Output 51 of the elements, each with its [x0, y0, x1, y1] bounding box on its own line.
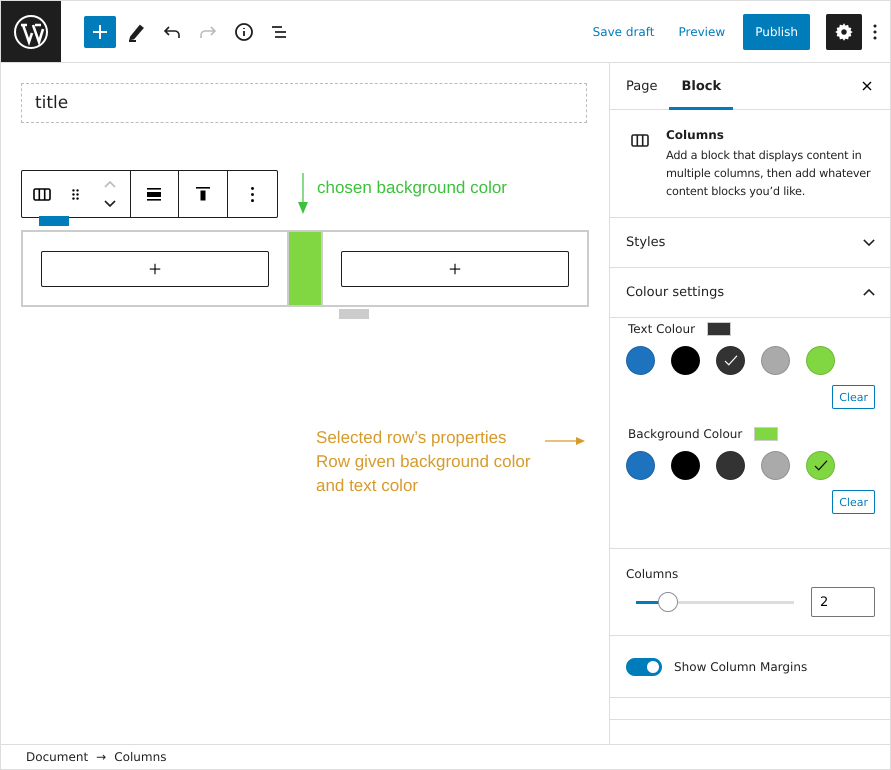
annotation-arrow	[544, 436, 585, 446]
settings-button[interactable]	[826, 14, 862, 50]
wordpress-logo[interactable]	[1, 1, 61, 62]
sidebar-tab[interactable]: Page	[614, 62, 670, 110]
breadcrumb-link[interactable]: Columns	[114, 750, 166, 764]
colour-swatch[interactable]	[806, 451, 835, 480]
kebab-icon	[251, 186, 254, 202]
column[interactable]	[21, 230, 289, 307]
block-title: Columns	[666, 128, 725, 142]
colour-indicator	[707, 322, 732, 336]
colour-swatch[interactable]	[671, 346, 700, 375]
add-button[interactable]	[84, 16, 116, 48]
settings-icon	[833, 20, 855, 42]
header-link-button[interactable]: Save draft	[580, 16, 666, 46]
palette-label: Background Colour	[628, 427, 742, 441]
block-description: Add a block that displays content in multiple columns, then add whatever content blocks you’d like.	[666, 148, 872, 200]
margins-toggle[interactable]	[626, 658, 662, 676]
column-handle[interactable]	[339, 309, 369, 319]
annotation-arrow	[297, 173, 309, 215]
wordpress-logo-icon	[13, 14, 49, 50]
colour-swatch[interactable]	[761, 346, 790, 375]
chevron-icon	[863, 239, 875, 246]
chevron-icon	[863, 289, 875, 296]
header-link-button[interactable]: Preview	[666, 16, 738, 46]
colour-swatch[interactable]	[806, 346, 835, 375]
annotation-text: chosen background color	[317, 177, 507, 199]
drag-icon	[72, 188, 80, 200]
colour-indicator	[754, 427, 778, 441]
colour-swatch[interactable]	[716, 451, 745, 480]
colour-swatch[interactable]	[626, 451, 655, 480]
column[interactable]	[321, 230, 589, 307]
columns-label: Columns	[626, 567, 680, 581]
add-block-button[interactable]	[41, 251, 269, 287]
clear-button[interactable]: Clear	[832, 385, 875, 409]
palette-label: Text Colour	[628, 322, 696, 336]
publish-button[interactable]: Publish	[743, 14, 810, 50]
clear-button[interactable]: Clear	[832, 490, 875, 514]
add-block-button[interactable]	[341, 251, 569, 287]
colour-swatch[interactable]	[626, 346, 655, 375]
breadcrumb-link[interactable]: Document	[26, 750, 88, 764]
toggle-label: Show Column Margins	[674, 660, 808, 674]
title-field[interactable]: title	[21, 83, 587, 123]
annotation-text: Selected row’s properties Row given background color and text color	[316, 427, 531, 497]
breadcrumb-separator: →	[96, 750, 106, 764]
columns-input[interactable]: 2	[811, 587, 875, 617]
colour-swatch[interactable]	[671, 451, 700, 480]
slider-thumb[interactable]	[658, 592, 678, 612]
colour-swatch[interactable]	[761, 451, 790, 480]
sidebar-tab[interactable]: Block	[669, 62, 734, 110]
colour-swatch[interactable]	[716, 346, 745, 375]
column-handle[interactable]	[39, 216, 69, 226]
